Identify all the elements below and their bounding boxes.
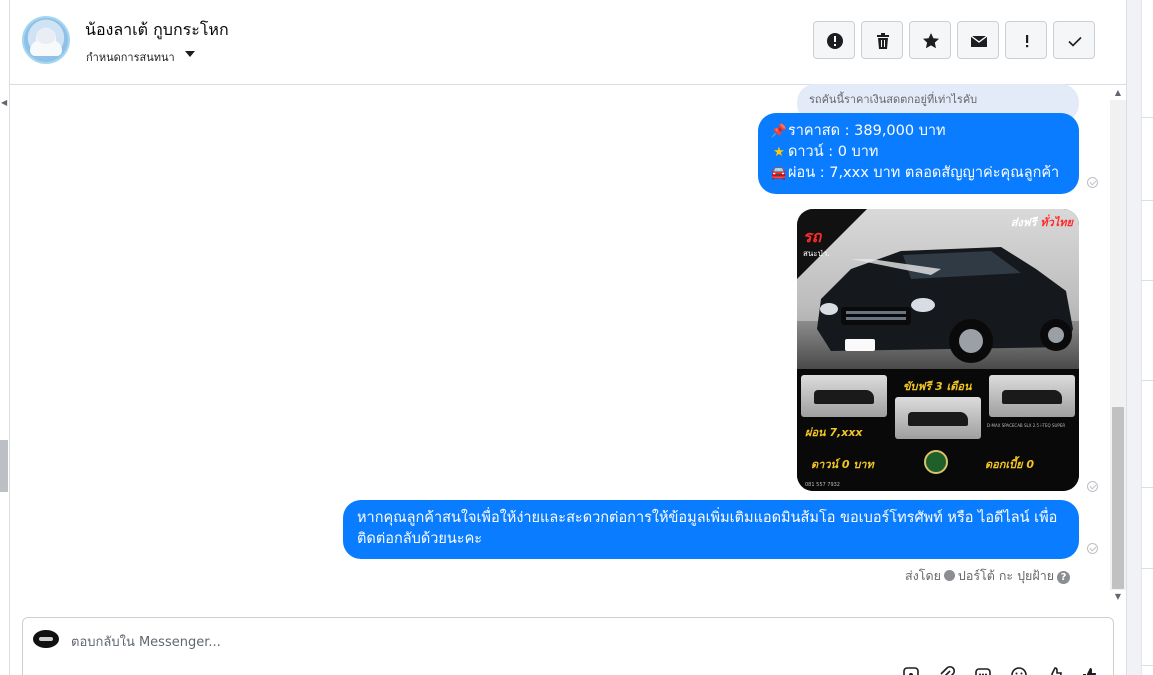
ad-free-shipping: ส่งฟรี ทั่วไทย [1011, 213, 1073, 231]
price-line-text: ดาวน์ : 0 บาท [788, 144, 879, 160]
ad-down-payment: ดาวน์ 0 บาท [811, 458, 874, 471]
price-line-text: ผ่อน : 7,xxx บาท ตลอดสัญญาค่ะคุณลูกค้า [788, 165, 1060, 181]
mark-done-button[interactable] [1053, 21, 1095, 59]
right-sidebar-strip [1141, 0, 1153, 675]
check-icon [1068, 36, 1082, 47]
sidebar-divider [1141, 117, 1153, 118]
scroll-down-arrow-icon[interactable]: ▼ [1110, 590, 1126, 604]
seen-check-icon [1087, 177, 1098, 188]
left-panel-edge: ◀ [0, 0, 10, 675]
ad-thumb-side [801, 375, 887, 417]
conversation-settings-label[interactable]: กำหนดการสนทนา [86, 48, 175, 66]
reply-input[interactable] [71, 632, 871, 652]
attachment-icon[interactable] [936, 665, 958, 675]
saved-reply-icon[interactable] [973, 665, 995, 675]
sidebar-divider [1141, 380, 1153, 381]
price-message-bubble[interactable]: 📌ราคาสด : 389,000 บาท ★ ดาวน์ : 0 บาท 🚘ผ่… [758, 113, 1079, 194]
follow-up-button[interactable] [1005, 21, 1047, 59]
sent-by-line: ส่งโดย ปอร์โต้ กะ ปุยฝ้าย? [905, 566, 1071, 586]
contact-name[interactable]: น้องลาเต้ กูบกระโหก [85, 18, 229, 43]
ad-free-shipping-prefix: ส่งฟรี [1010, 216, 1037, 229]
avatar-face-shape [36, 28, 56, 44]
trash-icon [877, 33, 889, 49]
caret-down-icon[interactable] [185, 51, 195, 57]
ad-thumb-side-2 [989, 375, 1075, 417]
sidebar-divider [1141, 280, 1153, 281]
pin-icon: 📌 [770, 124, 788, 139]
ad-interest: ดอกเบี้ย 0 [985, 458, 1035, 471]
delete-button[interactable] [861, 21, 903, 59]
ad-model-text: D-MAX SPACECAB SLX 2.5 i-TEQ SUPER [987, 423, 1066, 428]
right-sidebar-edge [1126, 0, 1153, 675]
reply-composer [22, 617, 1114, 675]
seen-check-icon [1087, 543, 1098, 554]
sidebar-divider [1141, 665, 1153, 666]
conversation-header: น้องลาเต้ กูบกระโหก กำหนดการสนทนา [10, 0, 1126, 85]
star-icon: ★ [773, 145, 785, 160]
price-line-installment: 🚘ผ่อน : 7,xxx บาท ตลอดสัญญาค่ะคุณลูกค้า [770, 163, 1067, 184]
sent-by-prefix: ส่งโดย [905, 568, 941, 583]
price-line-down: ★ ดาวน์ : 0 บาท [770, 142, 1067, 163]
star-icon [923, 33, 939, 49]
help-icon[interactable]: ? [1057, 571, 1071, 584]
sidebar-divider [1141, 200, 1153, 201]
price-line-cash: 📌ราคาสด : 389,000 บาท [770, 121, 1067, 142]
star-button[interactable] [909, 21, 951, 59]
ad-free-shipping-highlight: ทั่วไทย [1040, 216, 1073, 229]
scroll-up-arrow-icon[interactable]: ▲ [1110, 86, 1126, 100]
sidebar-divider [1141, 487, 1153, 488]
sticker-icon[interactable] [901, 665, 923, 675]
mark-spam-button[interactable] [813, 21, 855, 59]
ad-thumb-car [907, 411, 969, 427]
exclamation-icon [1026, 35, 1029, 48]
emoji-icon[interactable] [1009, 665, 1031, 675]
ad-thumb-rear [895, 397, 981, 439]
ad-thumb-car [813, 389, 875, 405]
ad-contact-number: 081 557 7932 [805, 482, 840, 488]
dealer-logo [924, 450, 948, 474]
thumbs-icon[interactable] [1044, 665, 1066, 675]
like-icon[interactable] [1080, 665, 1102, 675]
left-scroll-grip[interactable] [0, 440, 8, 492]
envelope-icon [970, 35, 988, 47]
sidebar-divider [1141, 568, 1153, 569]
sender-name[interactable]: ปอร์โต้ กะ ปุยฝ้าย [958, 568, 1054, 583]
contact-avatar[interactable] [22, 16, 70, 64]
contact-request-bubble[interactable]: หากคุณลูกค้าสนใจเพื่อให้ง่ายและสะดวกต่อก… [343, 500, 1079, 559]
alert-circle-icon [827, 33, 843, 49]
messenger-inbox-window: ◀ น้องลาเต้ กูบกระโหก กำหนดการสนทนา ▲ ▼ … [0, 0, 1153, 675]
ad-installment: ผ่อน 7,xxx [805, 426, 863, 439]
ad-headline: ขับฟรี 3 เดือน [903, 380, 972, 393]
sender-check-icon [943, 570, 955, 581]
price-line-text: ราคาสด : 389,000 บาท [788, 123, 946, 139]
car-advert-image[interactable]: รถ สนะป่า. ส่งฟรี ทั่วไทย ขับฟรี 3 เดือน… [797, 209, 1079, 491]
thread-scrollbar-thumb[interactable] [1112, 407, 1124, 589]
ad-thumb-car [1001, 389, 1063, 405]
seen-check-icon [1087, 481, 1098, 492]
collapse-caret-icon[interactable]: ◀ [1, 98, 7, 107]
mark-unread-button[interactable] [957, 21, 999, 59]
ad-badge-sub: สนะป่า. [803, 249, 830, 258]
page-avatar [33, 630, 59, 648]
car-icon: 🚘 [770, 166, 788, 181]
